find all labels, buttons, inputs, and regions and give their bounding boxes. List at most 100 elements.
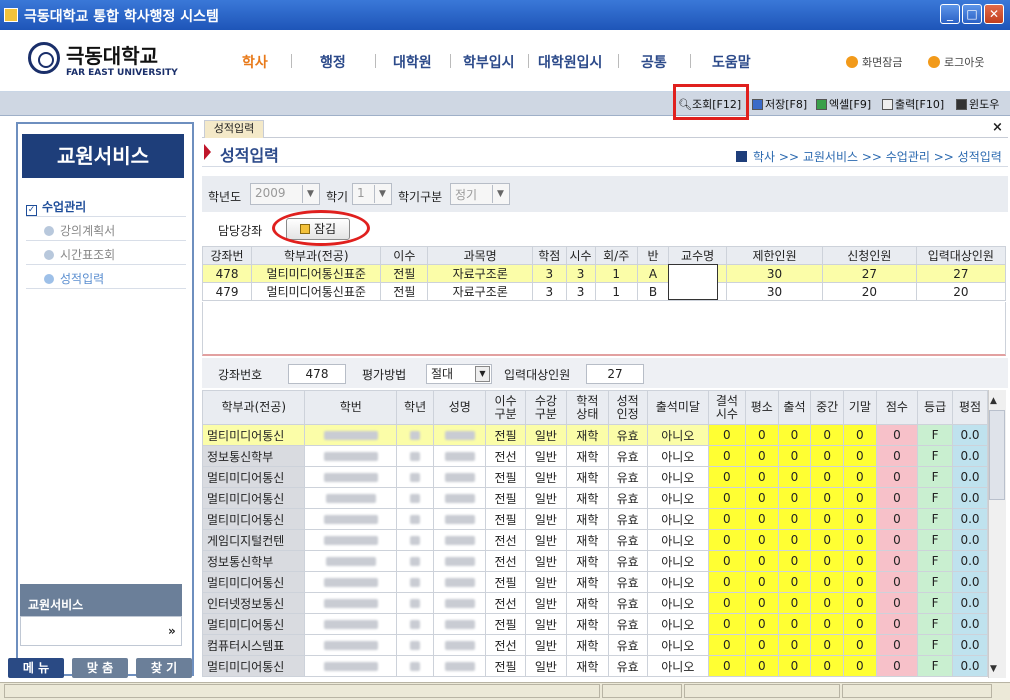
score-input-cell: 0 bbox=[744, 613, 779, 635]
custom-button[interactable]: 맞 춤 bbox=[72, 658, 128, 678]
expand-arrow-icon[interactable]: » bbox=[168, 624, 176, 638]
sidebar-category[interactable]: ✓ 수업관리 bbox=[26, 198, 86, 216]
course-row[interactable]: 478 멀티미디어통신표준 전필 자료구조론 3 3 1 A 30 27 27 bbox=[201, 264, 1007, 283]
student-row[interactable]: 멀티미디어통신 전필 일반 재학 유효 아니오 0 0 0 0 0 0 F 0.0 bbox=[201, 424, 988, 446]
cell: 일반 bbox=[524, 571, 568, 593]
score-input-cell: 0 bbox=[744, 655, 779, 677]
score-input-cell: 0 bbox=[810, 445, 845, 467]
student-row[interactable]: 멀티미디어통신 전필 일반 재학 유효 아니오 0 0 0 0 0 0 F 0.0 bbox=[201, 655, 988, 677]
cell: F bbox=[917, 445, 954, 467]
grade-year-redacted bbox=[396, 466, 435, 488]
student-row[interactable]: 정보통신학부 전선 일반 재학 유효 아니오 0 0 0 0 0 0 F 0.0 bbox=[201, 550, 988, 572]
cell: 전필 bbox=[485, 466, 526, 488]
col-header: 성적 인정 bbox=[607, 390, 648, 425]
scroll-up-icon[interactable]: ▲ bbox=[990, 396, 997, 406]
cell: 유효 bbox=[607, 613, 648, 635]
menu-common[interactable]: 공통 bbox=[641, 52, 667, 72]
cell: 아니오 bbox=[646, 655, 709, 677]
year-select[interactable]: 2009 ▼ bbox=[250, 183, 320, 205]
redacted-block bbox=[323, 620, 378, 629]
print-button[interactable]: 출력[F10] bbox=[882, 96, 944, 112]
menu-undergrad-admission[interactable]: 학부입시 bbox=[463, 52, 515, 72]
score-input-cell: 0 bbox=[843, 571, 877, 593]
student-row[interactable]: 게임디지털컨텐 전선 일반 재학 유효 아니오 0 0 0 0 0 0 F 0.0 bbox=[201, 529, 988, 551]
score-input-cell: 0 bbox=[810, 487, 845, 509]
score-input-cell: 0 bbox=[744, 508, 779, 530]
score-input-cell: 0 bbox=[777, 445, 812, 467]
cell: 전필 bbox=[485, 613, 526, 635]
cell: 아니오 bbox=[646, 529, 709, 551]
course-no-field[interactable]: 478 bbox=[288, 364, 346, 384]
student-row[interactable]: 멀티미디어통신 전필 일반 재학 유효 아니오 0 0 0 0 0 0 F 0.0 bbox=[201, 466, 988, 488]
menu-button[interactable]: 메 뉴 bbox=[8, 658, 64, 678]
excel-button[interactable]: 엑셀[F9] bbox=[816, 96, 871, 112]
filter-bar bbox=[202, 176, 1008, 212]
scrollbar-thumb[interactable] bbox=[989, 410, 1005, 500]
cell: 0 bbox=[875, 508, 919, 530]
student-name-redacted bbox=[433, 613, 487, 635]
score-input-cell: 0 bbox=[843, 508, 877, 530]
window-button[interactable]: 윈도우 bbox=[956, 96, 999, 112]
tab-close-icon[interactable]: × bbox=[992, 120, 1003, 135]
save-button[interactable]: 저장[F8] bbox=[752, 96, 807, 112]
scroll-down-icon[interactable]: ▼ bbox=[990, 664, 997, 674]
student-row[interactable]: 컴퓨터시스템표 전선 일반 재학 유효 아니오 0 0 0 0 0 0 F 0.0 bbox=[201, 634, 988, 656]
sidebar-item-grade-input[interactable]: 성적입력 bbox=[44, 270, 104, 287]
score-input-cell: 0 bbox=[843, 487, 877, 509]
grade-year-redacted bbox=[396, 508, 435, 530]
student-row[interactable]: 멀티미디어통신 전필 일반 재학 유효 아니오 0 0 0 0 0 0 F 0.0 bbox=[201, 613, 988, 635]
student-row[interactable]: 멀티미디어통신 전필 일반 재학 유효 아니오 0 0 0 0 0 0 F 0.0 bbox=[201, 571, 988, 593]
course-table-empty-area bbox=[202, 302, 1006, 356]
status-cell bbox=[602, 684, 682, 698]
redacted-block bbox=[410, 431, 421, 440]
logout-link[interactable]: 로그아웃 bbox=[928, 54, 984, 70]
eval-method-select[interactable]: 절대 ▼ bbox=[426, 364, 492, 384]
close-window-button[interactable]: ✕ bbox=[984, 4, 1004, 24]
student-row[interactable]: 정보통신학부 전선 일반 재학 유효 아니오 0 0 0 0 0 0 F 0.0 bbox=[201, 445, 988, 467]
menu-administration[interactable]: 행정 bbox=[320, 52, 346, 72]
lock-screen-link[interactable]: 화면잠금 bbox=[846, 54, 902, 70]
course-row[interactable]: 479 멀티미디어통신표준 전필 자료구조론 3 3 1 B 30 20 20 bbox=[201, 282, 1007, 301]
target-count-field: 27 bbox=[586, 364, 644, 384]
cell: 일반 bbox=[524, 466, 568, 488]
minimize-button[interactable]: _ bbox=[940, 4, 960, 24]
logo-name: 극동대학교 bbox=[66, 44, 158, 68]
redacted-block bbox=[444, 578, 475, 587]
logo-subtitle: FAR EAST UNIVERSITY bbox=[66, 68, 178, 78]
menu-grad-admission[interactable]: 대학원입시 bbox=[538, 52, 602, 72]
cell: 0 bbox=[875, 445, 919, 467]
find-button[interactable]: 찾 기 bbox=[136, 658, 192, 678]
cell: 전필 bbox=[485, 424, 526, 446]
score-input-cell: 0 bbox=[707, 655, 746, 677]
student-row[interactable]: 멀티미디어통신 전필 일반 재학 유효 아니오 0 0 0 0 0 0 F 0.0 bbox=[201, 487, 988, 509]
cell: F bbox=[917, 466, 954, 488]
cell: 유효 bbox=[607, 424, 648, 446]
maximize-button[interactable]: □ bbox=[962, 4, 982, 24]
menu-separator bbox=[375, 54, 376, 68]
grade-year-redacted bbox=[396, 424, 435, 446]
page-title: 성적입력 bbox=[220, 146, 279, 165]
student-name-redacted bbox=[433, 508, 487, 530]
score-input-cell: 0 bbox=[777, 655, 812, 677]
cell: 재학 bbox=[566, 655, 609, 677]
redacted-block bbox=[323, 536, 378, 545]
redacted-block bbox=[444, 452, 475, 461]
menu-academic[interactable]: 학사 bbox=[242, 52, 268, 72]
menu-help[interactable]: 도움말 bbox=[712, 52, 751, 72]
sidebar-item-timetable[interactable]: 시간표조회 bbox=[44, 246, 115, 263]
lock-highlight-circle bbox=[272, 210, 370, 246]
semester-select[interactable]: 1 ▼ bbox=[352, 183, 392, 205]
menu-graduate-school[interactable]: 대학원 bbox=[393, 52, 432, 72]
term-type-select[interactable]: 정기 ▼ bbox=[450, 183, 510, 205]
grade-year-redacted bbox=[396, 592, 435, 614]
cell: 전선 bbox=[485, 592, 526, 614]
student-row[interactable]: 인터넷정보통신 전선 일반 재학 유효 아니오 0 0 0 0 0 0 F 0.0 bbox=[201, 592, 988, 614]
cell: F bbox=[917, 529, 954, 551]
cell: 재학 bbox=[566, 445, 609, 467]
score-input-cell: 0 bbox=[777, 466, 812, 488]
student-row[interactable]: 멀티미디어통신 전필 일반 재학 유효 아니오 0 0 0 0 0 0 F 0.0 bbox=[201, 508, 988, 530]
tab-grade-input[interactable]: 성적입력 bbox=[204, 120, 264, 138]
sidebar-item-syllabus[interactable]: 강의계획서 bbox=[44, 222, 115, 239]
score-input-cell: 0 bbox=[744, 634, 779, 656]
score-input-cell: 0 bbox=[843, 424, 877, 446]
